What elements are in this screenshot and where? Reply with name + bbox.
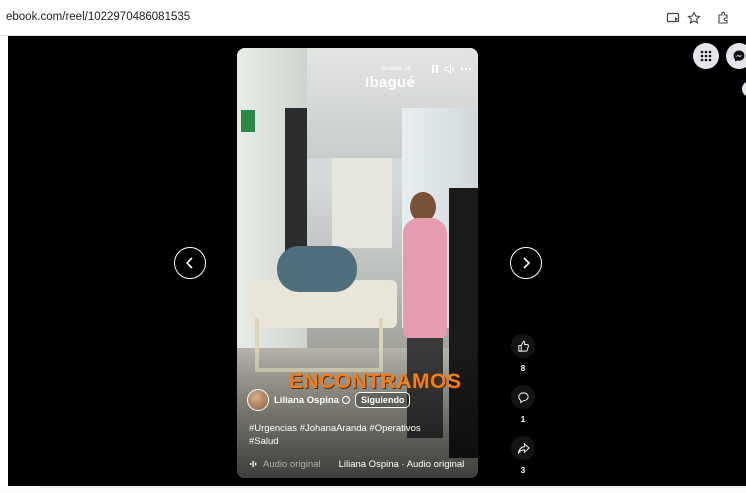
- video-scene-exit-sign: [241, 110, 255, 132]
- volume-icon[interactable]: [442, 62, 458, 76]
- globe-icon: [341, 396, 350, 404]
- following-button[interactable]: Siguiendo: [354, 392, 411, 408]
- like-action: 8: [510, 334, 536, 373]
- extensions-icon[interactable]: [713, 8, 733, 28]
- author-name[interactable]: Liliana Ospina: [274, 395, 339, 406]
- share-count: 3: [520, 466, 526, 475]
- audio-label[interactable]: Audio original: [263, 459, 321, 470]
- browser-address-bar[interactable]: ebook.com/reel/1022970486081535: [0, 0, 746, 36]
- comment-count: 1: [520, 415, 526, 424]
- cast-icon[interactable]: [663, 8, 683, 28]
- menu-button[interactable]: [693, 43, 719, 69]
- messenger-button[interactable]: [726, 43, 746, 69]
- video-scene-patient: [277, 246, 357, 292]
- thumbs-up-icon: [517, 340, 529, 352]
- caption-hashtags-line1[interactable]: #Urgencias #JohanaAranda #Operativos: [249, 422, 474, 435]
- star-icon[interactable]: [684, 8, 704, 28]
- audio-row[interactable]: Audio original Liliana Ospina · Audio or…: [250, 459, 464, 470]
- messenger-icon: [733, 50, 745, 62]
- watermark-logo: Ibagué: [365, 74, 416, 91]
- next-reel-button[interactable]: [510, 247, 542, 279]
- comment-button[interactable]: [511, 385, 535, 409]
- url-text[interactable]: ebook.com/reel/1022970486081535: [6, 11, 190, 23]
- video-scene-corridor: [332, 158, 392, 248]
- like-count: 8: [520, 364, 526, 373]
- divider: [40, 486, 746, 488]
- audio-wave-icon: [250, 460, 260, 470]
- chevron-right-icon: [523, 257, 531, 269]
- share-button[interactable]: [511, 436, 535, 460]
- share-action: 3: [510, 436, 536, 475]
- comment-icon: [517, 391, 529, 403]
- video-scene-person: [403, 218, 447, 338]
- reel-caption: #Urgencias #JohanaAranda #Operativos #Sa…: [249, 422, 474, 448]
- previous-reel-button[interactable]: [174, 247, 206, 279]
- reel-viewer: Alcaldía de Ibagué ENCONTRAMOS Liliana O…: [8, 36, 746, 486]
- pause-icon[interactable]: [427, 62, 443, 76]
- like-button[interactable]: [511, 334, 535, 358]
- audio-track[interactable]: Liliana Ospina · Audio original: [339, 459, 465, 470]
- avatar[interactable]: [247, 389, 269, 411]
- account-button[interactable]: [742, 81, 746, 97]
- chevron-left-icon: [185, 257, 193, 269]
- share-icon: [517, 442, 530, 454]
- bottom-strip: [0, 486, 746, 493]
- comment-action: 1: [510, 385, 536, 424]
- watermark-subtitle: Alcaldía de: [381, 66, 411, 72]
- more-icon[interactable]: [458, 62, 474, 76]
- reel-video[interactable]: Alcaldía de Ibagué ENCONTRAMOS Liliana O…: [237, 48, 478, 478]
- author-row: Liliana Ospina Siguiendo: [247, 389, 411, 411]
- caption-hashtags-line2[interactable]: #Salud: [249, 435, 474, 448]
- grid-menu-icon: [700, 50, 712, 62]
